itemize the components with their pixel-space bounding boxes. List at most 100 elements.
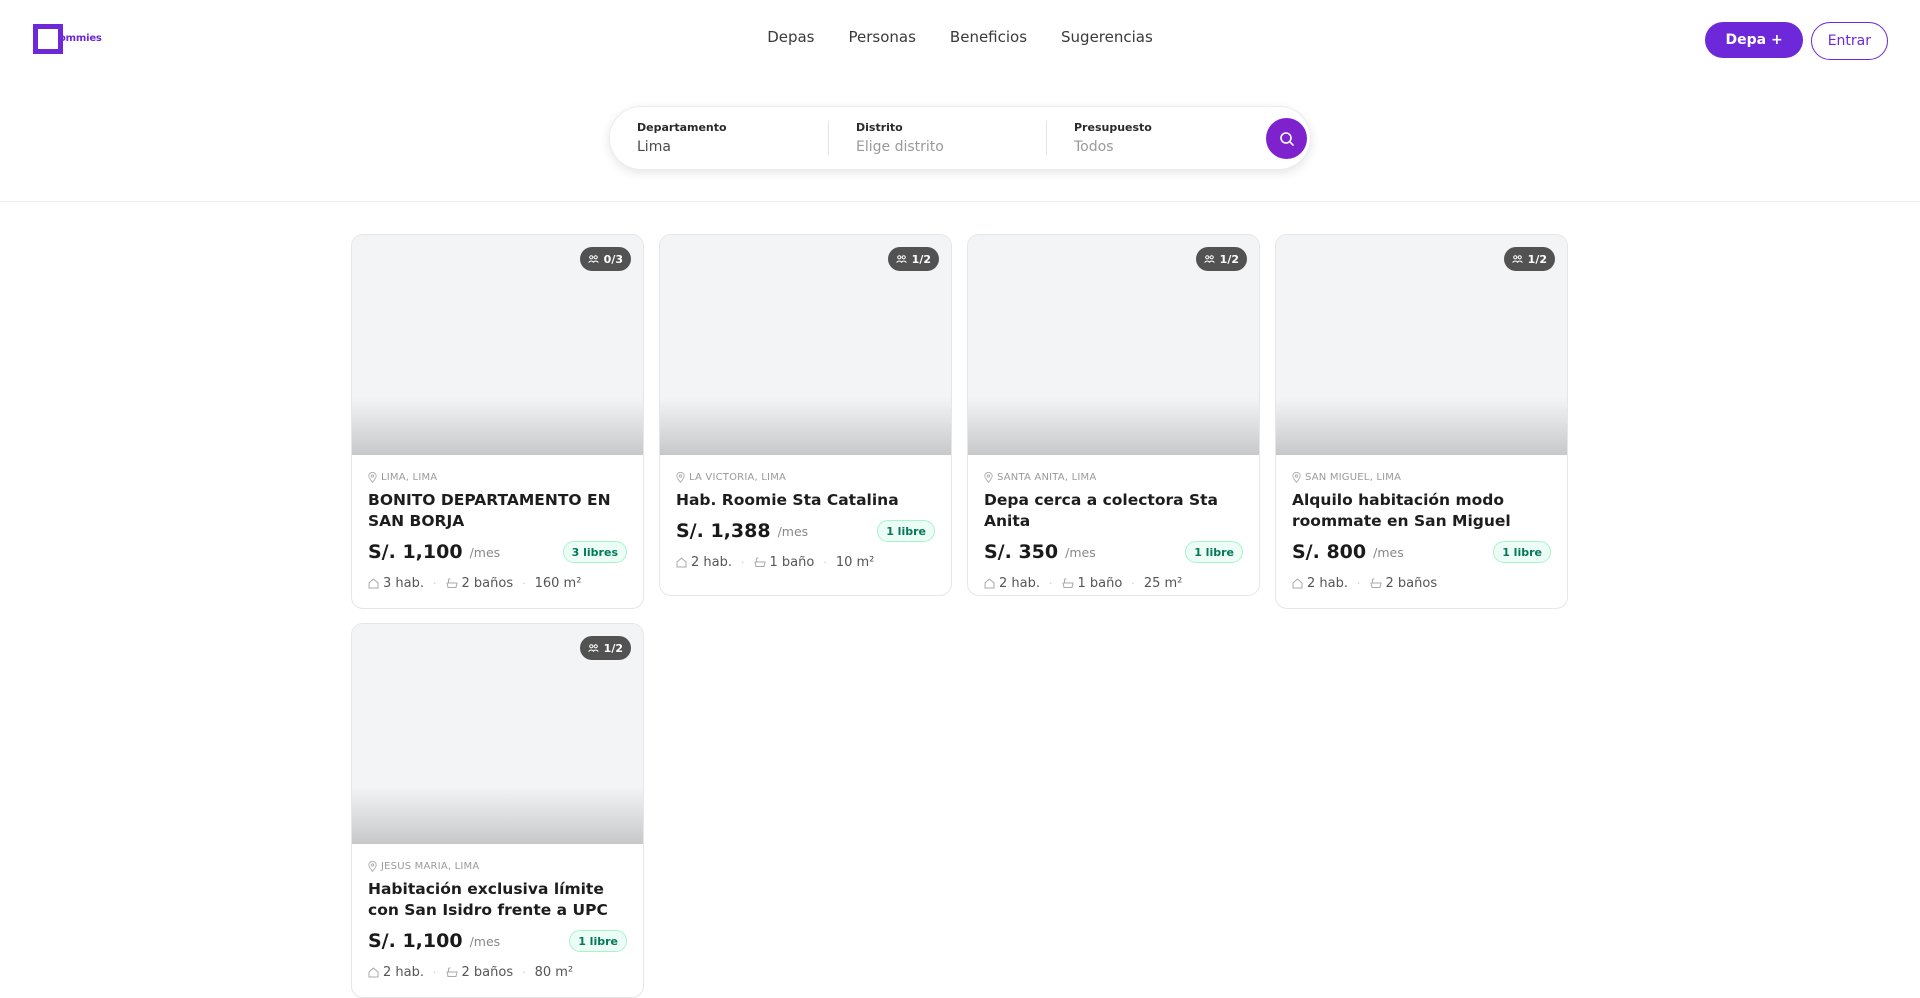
nav-personas[interactable]: Personas bbox=[849, 28, 916, 46]
baths-feature: 2 baños bbox=[1369, 576, 1438, 591]
departamento-field[interactable]: Departamento Lima bbox=[610, 107, 828, 169]
listing-body: LIMA, LIMA BONITO DEPARTAMENTO EN SAN BO… bbox=[352, 455, 643, 591]
area-text: 25 m² bbox=[1143, 576, 1183, 591]
listing-price: S/. 800 bbox=[1292, 541, 1367, 563]
rooms-feature: 2 hab. bbox=[368, 965, 424, 980]
baths-text: 1 baño bbox=[769, 555, 815, 570]
price-row: S/. 1,388 /mes 1 libre bbox=[676, 520, 935, 542]
location-pin-icon bbox=[368, 861, 377, 872]
bath-icon bbox=[445, 967, 458, 977]
search-bar: Departamento Lima Distrito Elige distrit… bbox=[609, 106, 1311, 170]
price-period: /mes bbox=[1065, 544, 1096, 560]
search-icon bbox=[1279, 131, 1294, 146]
people-icon bbox=[1511, 255, 1523, 263]
location-pin-icon bbox=[368, 472, 377, 483]
main-nav: Depas Personas Beneficios Sugerencias bbox=[0, 28, 1920, 46]
listing-location: LA VICTORIA, LIMA bbox=[676, 472, 935, 483]
rooms-text: 3 hab. bbox=[383, 576, 424, 591]
listing-title: Depa cerca a colectora Sta Anita bbox=[984, 491, 1219, 530]
availability-badge: 1 libre bbox=[1185, 541, 1243, 563]
location-text: SAN MIGUEL, LIMA bbox=[1305, 472, 1402, 483]
occupancy-badge: 1/2 bbox=[1503, 247, 1555, 271]
rooms-text: 2 hab. bbox=[1307, 576, 1348, 591]
location-pin-icon bbox=[984, 472, 993, 483]
baths-feature: 2 baños bbox=[445, 965, 514, 980]
listing-price: S/. 1,388 bbox=[676, 520, 771, 542]
listing-title: BONITO DEPARTAMENTO EN SAN BORJA bbox=[368, 491, 611, 530]
listing-price: S/. 1,100 bbox=[368, 541, 463, 563]
listing-features: 2 hab. · 2 baños · 80 m² bbox=[368, 965, 627, 980]
area-text: 80 m² bbox=[534, 965, 574, 980]
baths-feature: 1 baño bbox=[753, 555, 815, 570]
rooms-feature: 3 hab. bbox=[368, 576, 424, 591]
rooms-text: 2 hab. bbox=[691, 555, 732, 570]
baths-text: 2 baños bbox=[1385, 576, 1438, 591]
occupancy-count: 1/2 bbox=[603, 641, 623, 655]
people-icon bbox=[587, 644, 599, 652]
listing-card[interactable]: 0/3 LIMA, LIMA BONITO DEPARTAMENTO EN SA… bbox=[351, 234, 644, 609]
area-text: 160 m² bbox=[534, 576, 582, 591]
login-button[interactable]: Entrar bbox=[1810, 22, 1888, 60]
distrito-field[interactable]: Distrito Elige distrito bbox=[829, 107, 1046, 169]
baths-text: 1 baño bbox=[1077, 576, 1123, 591]
listing-title: Habitación exclusiva límite con San Isid… bbox=[368, 880, 608, 919]
price-period: /mes bbox=[1373, 544, 1404, 560]
separator-dot: · bbox=[433, 966, 437, 979]
listing-photo: 1/2 bbox=[352, 624, 643, 844]
occupancy-count: 0/3 bbox=[603, 252, 623, 266]
separator-dot: · bbox=[522, 577, 526, 590]
listing-price: S/. 1,100 bbox=[368, 930, 463, 952]
listing-card[interactable]: 1/2 JESUS MARIA, LIMA Habitación exclusi… bbox=[351, 623, 644, 998]
listing-photo: 1/2 bbox=[968, 235, 1259, 455]
price-period: /mes bbox=[777, 523, 809, 539]
listing-features: 2 hab. · 2 baños bbox=[1292, 576, 1551, 591]
location-text: JESUS MARIA, LIMA bbox=[381, 861, 480, 872]
area-feature: 10 m² bbox=[836, 555, 875, 570]
listing-features: 2 hab. · 1 baño · 25 m² bbox=[984, 576, 1243, 591]
listing-card[interactable]: 1/2 SAN MIGUEL, LIMA Alquilo habitación … bbox=[1275, 234, 1568, 609]
price-row: S/. 800 /mes 1 libre bbox=[1292, 541, 1551, 563]
baths-text: 2 baños bbox=[461, 576, 514, 591]
occupancy-count: 1/2 bbox=[1527, 252, 1547, 266]
search-button[interactable] bbox=[1266, 118, 1307, 159]
rooms-feature: 2 hab. bbox=[1292, 576, 1348, 591]
listing-photo: 0/3 bbox=[352, 235, 643, 455]
listing-photo: 1/2 bbox=[1276, 235, 1567, 455]
nav-depas[interactable]: Depas bbox=[767, 28, 814, 46]
presupuesto-placeholder: Todos bbox=[1074, 139, 1114, 155]
distrito-label: Distrito bbox=[856, 121, 903, 134]
occupancy-badge: 1/2 bbox=[887, 247, 939, 271]
nav-beneficios[interactable]: Beneficios bbox=[950, 28, 1027, 46]
listing-photo: 1/2 bbox=[660, 235, 951, 455]
presupuesto-field[interactable]: Presupuesto Todos bbox=[1047, 107, 1247, 169]
listing-features: 2 hab. · 1 baño · 10 m² bbox=[676, 555, 935, 570]
price-row: S/. 350 /mes 1 libre bbox=[984, 541, 1243, 563]
location-pin-icon bbox=[676, 472, 685, 483]
listing-location: JESUS MARIA, LIMA bbox=[368, 861, 627, 872]
occupancy-count: 1/2 bbox=[1219, 252, 1239, 266]
listing-card[interactable]: 1/2 SANTA ANITA, LIMA Depa cerca a colec… bbox=[967, 234, 1260, 596]
separator-dot: · bbox=[1357, 577, 1361, 590]
separator-dot: · bbox=[433, 577, 437, 590]
bath-icon bbox=[1061, 578, 1074, 588]
baths-feature: 1 baño bbox=[1061, 576, 1123, 591]
listing-card[interactable]: 1/2 LA VICTORIA, LIMA Hab. Roomie Sta Ca… bbox=[659, 234, 952, 596]
home-icon bbox=[368, 967, 379, 978]
availability-badge: 1 libre bbox=[569, 930, 627, 952]
header-actions: Depa + Entrar bbox=[1705, 22, 1888, 60]
nav-sugerencias[interactable]: Sugerencias bbox=[1061, 28, 1153, 46]
area-feature: 80 m² bbox=[535, 965, 574, 980]
price-row: S/. 1,100 /mes 1 libre bbox=[368, 930, 627, 952]
baths-text: 2 baños bbox=[461, 965, 514, 980]
location-pin-icon bbox=[1292, 472, 1301, 483]
home-icon bbox=[1292, 578, 1303, 589]
add-depa-button[interactable]: Depa + bbox=[1705, 22, 1803, 58]
separator-dot: · bbox=[823, 556, 827, 569]
price-period: /mes bbox=[469, 933, 501, 949]
separator-dot: · bbox=[522, 966, 526, 979]
availability-badge: 3 libres bbox=[562, 541, 627, 563]
bath-icon bbox=[753, 557, 766, 567]
separator-dot: · bbox=[741, 556, 745, 569]
area-feature: 160 m² bbox=[535, 576, 582, 591]
home-icon bbox=[984, 578, 995, 589]
